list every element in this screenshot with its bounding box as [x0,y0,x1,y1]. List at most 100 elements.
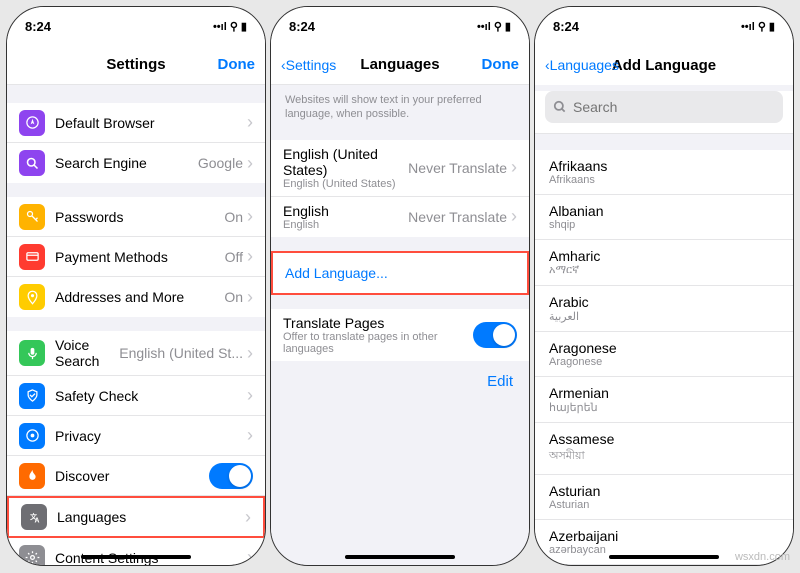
lang-native: አማርኛ [549,264,779,277]
row-voice-search[interactable]: Voice SearchEnglish (United St...› [7,331,265,376]
done-button[interactable]: Done [218,56,256,73]
chevron-icon: › [511,157,517,178]
lang-name: Assamese [549,431,779,447]
chevron-icon: › [247,206,253,227]
language-row[interactable]: English (United States)English (United S… [271,140,529,197]
chevron-icon: › [245,507,251,528]
chevron-icon: › [247,343,253,364]
lang-name: Azerbaijani [549,528,779,544]
done-button[interactable]: Done [482,56,520,73]
add-language-row[interactable]: Add Language... [271,251,529,295]
row-content-settings[interactable]: Content Settings› [7,538,265,565]
hint-text: Websites will show text in your preferre… [271,85,529,126]
status-icons: ••ıl ⚲ ▮ [213,20,247,33]
lang-name: Amharic [549,248,779,264]
row-passwords[interactable]: PasswordsOn› [7,197,265,237]
row-languages[interactable]: 文ALanguages› [7,496,265,538]
translate-pages-row[interactable]: Translate Pages Offer to translate pages… [271,309,529,361]
row-discover[interactable]: Discover [7,456,265,496]
language-option[interactable]: Banglaবাংলা [535,565,793,566]
lang-value: Never Translate [408,160,507,176]
navbar: ‹ Settings Languages Done [271,45,529,85]
row-value: On [224,289,243,305]
lang-native: Afrikaans [549,174,779,186]
chevron-icon: › [247,547,253,565]
key-icon [19,204,45,230]
chevron-icon: › [247,287,253,308]
translate-sublabel: Offer to translate pages in other langua… [283,331,473,355]
compass-icon [19,110,45,136]
status-icons: ••ıl ⚲ ▮ [741,20,775,33]
home-indicator[interactable] [609,555,719,559]
translate-icon: 文A [21,504,47,530]
settings-content[interactable]: Default Browser›Search EngineGoogle›Pass… [7,85,265,565]
language-option[interactable]: AsturianAsturian [535,475,793,520]
lang-label: English (United States) [283,146,408,178]
row-default-browser[interactable]: Default Browser› [7,103,265,143]
row-value: Google [198,155,243,171]
row-label: Default Browser [55,115,247,131]
row-addresses-and-more[interactable]: Addresses and MoreOn› [7,277,265,317]
lang-native: অসমীয়া [549,447,779,466]
row-payment-methods[interactable]: Payment MethodsOff› [7,237,265,277]
row-safety-check[interactable]: Safety Check› [7,376,265,416]
gear-icon [19,545,45,566]
row-label: Safety Check [55,388,247,404]
row-value: English (United St... [119,345,243,361]
lang-name: Asturian [549,483,779,499]
translate-label: Translate Pages [283,315,473,331]
home-indicator[interactable] [345,555,455,559]
lang-label: English [283,203,408,219]
language-row[interactable]: EnglishEnglishNever Translate› [271,197,529,237]
languages-content[interactable]: Websites will show text in your preferre… [271,85,529,565]
status-bar: 8:24 ••ıl ⚲ ▮ [535,7,793,45]
pin-icon [19,284,45,310]
lang-native: հայերեն [549,401,779,414]
row-search-engine[interactable]: Search EngineGoogle› [7,143,265,183]
back-button[interactable]: ‹ Settings [281,57,336,73]
flame-icon [19,463,45,489]
mic-icon [19,340,45,366]
language-list[interactable]: AfrikaansAfrikaansAlbanianshqipAmharicአማ… [535,134,793,566]
row-label: Search Engine [55,155,198,171]
status-time: 8:24 [25,19,51,34]
lang-native: Asturian [549,499,779,511]
language-option[interactable]: Assameseঅসমীয়া [535,423,793,475]
navbar: ‹ Languages Add Language [535,45,793,85]
navbar: Settings Done [7,45,265,85]
add-language-label: Add Language... [285,265,515,281]
chevron-icon: › [247,385,253,406]
card-icon [19,244,45,270]
language-option[interactable]: Albanianshqip [535,195,793,240]
screen-languages: 8:24 ••ıl ⚲ ▮ ‹ Settings Languages Done … [270,6,530,566]
home-indicator[interactable] [81,555,191,559]
lang-native: shqip [549,219,779,231]
status-icons: ••ıl ⚲ ▮ [477,20,511,33]
chevron-icon: › [511,206,517,227]
language-option[interactable]: Armenianհայերեն [535,377,793,423]
discover-toggle[interactable] [209,463,253,489]
lang-value: Never Translate [408,209,507,225]
lang-sublabel: English [283,219,408,231]
edit-button[interactable]: Edit [271,361,529,402]
language-option[interactable]: AragoneseAragonese [535,332,793,377]
lang-sublabel: English (United States) [283,178,408,190]
search-input[interactable] [573,99,775,115]
language-option[interactable]: Amharicአማርኛ [535,240,793,286]
svg-text:A: A [34,517,39,524]
row-privacy[interactable]: Privacy› [7,416,265,456]
lock-icon [19,423,45,449]
row-label: Payment Methods [55,249,225,265]
back-button[interactable]: ‹ Languages [545,57,619,73]
translate-toggle[interactable] [473,322,517,348]
lang-name: Aragonese [549,340,779,356]
status-time: 8:24 [553,19,579,34]
chevron-icon: › [247,246,253,267]
search-bar[interactable] [545,91,783,123]
row-label: Discover [55,468,209,484]
row-label: Voice Search [55,337,119,369]
chevron-icon: › [247,112,253,133]
language-option[interactable]: Arabicالعربية [535,286,793,332]
language-option[interactable]: AfrikaansAfrikaans [535,150,793,195]
lang-name: Afrikaans [549,158,779,174]
